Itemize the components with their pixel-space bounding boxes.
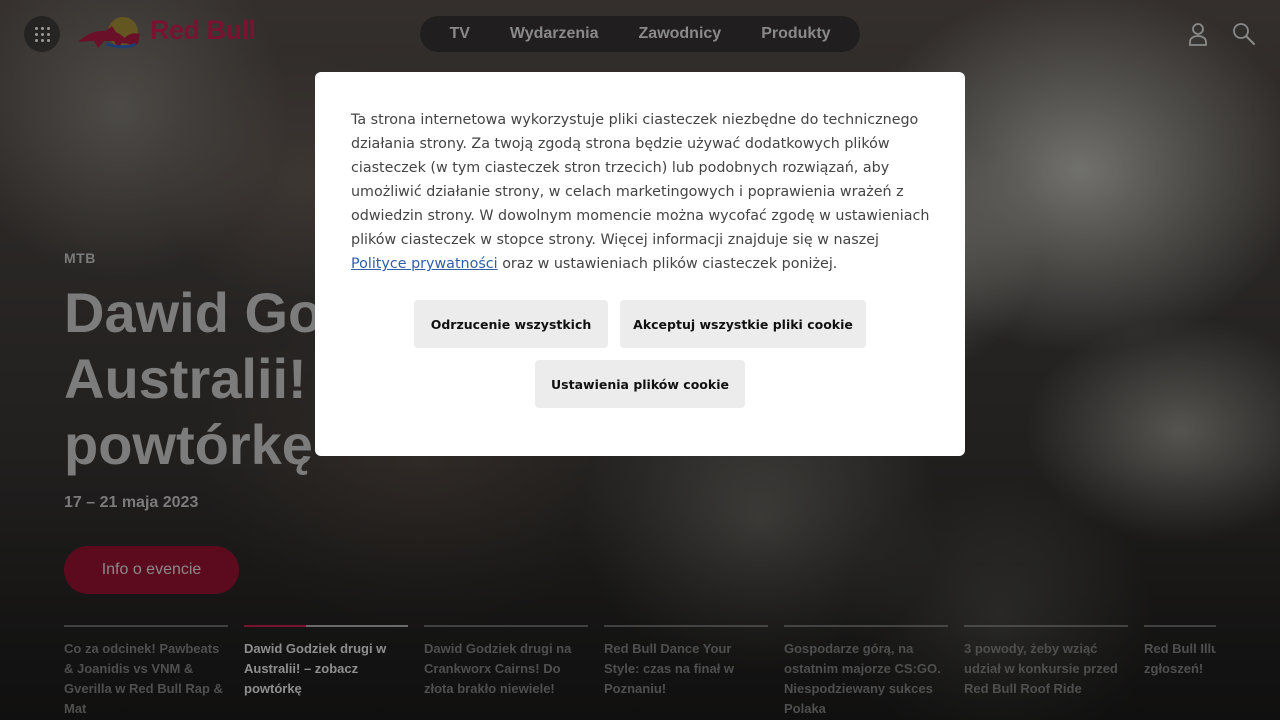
user-icon[interactable] (1184, 20, 1212, 48)
cookie-consent-text: Ta strona internetowa wykorzystuje pliki… (351, 108, 936, 276)
cookie-settings-button[interactable]: Ustawienia plików cookie (535, 360, 745, 408)
cookie-text-tail: oraz w ustawieniach plików ciasteczek po… (502, 256, 838, 272)
carousel-card[interactable]: 3 powody, żeby wziąć udział w konkursie … (964, 625, 1128, 720)
carousel-card[interactable]: Dawid Godziek drugi na Crankworx Cairns!… (424, 625, 588, 720)
carousel-card[interactable]: Red Bull Dance Your Style: czas na finał… (604, 625, 768, 720)
carousel-progress (1144, 625, 1216, 627)
nav-item-tv[interactable]: TV (429, 16, 489, 52)
accept-all-button[interactable]: Akceptuj wszystkie pliki cookie (620, 300, 866, 348)
carousel-card-title: Co za odcinek! Pawbeats & Joanidis vs VN… (64, 641, 223, 716)
cookie-text-main: Ta strona internetowa wykorzystuje pliki… (351, 112, 930, 248)
carousel-card-title: Dawid Godziek drugi na Crankworx Cairns!… (424, 641, 572, 696)
site-header: Red Bull TV Wydarzenia Zawodnicy Produkt… (0, 0, 1280, 70)
hero-date: 17 – 21 maja 2023 (64, 494, 199, 511)
privacy-policy-link[interactable]: Polityce prywatności (351, 256, 498, 272)
carousel-card[interactable]: Co za odcinek! Pawbeats & Joanidis vs VN… (64, 625, 228, 720)
main-nav: TV Wydarzenia Zawodnicy Produkty (420, 16, 860, 52)
carousel-card[interactable]: Gospodarze górą, na ostatnim majorze CS:… (784, 625, 948, 720)
grid-menu-button[interactable] (24, 16, 60, 52)
story-carousel: Co za odcinek! Pawbeats & Joanidis vs VN… (64, 625, 1216, 720)
carousel-progress (64, 625, 228, 627)
carousel-card-title: Dawid Godziek drugi w Australii! – zobac… (244, 641, 387, 696)
grid-menu-icon (34, 26, 50, 42)
carousel-progress (784, 625, 948, 627)
carousel-card-active[interactable]: Dawid Godziek drugi w Australii! – zobac… (244, 625, 408, 720)
nav-item-zawodnicy[interactable]: Zawodnicy (619, 16, 742, 52)
carousel-card-title: Gospodarze górą, na ostatnim majorze CS:… (784, 641, 941, 716)
hero-category: MTB (64, 250, 96, 266)
carousel-progress (244, 625, 408, 627)
carousel-card-title: Red Bull Dance Your Style: czas na finał… (604, 641, 735, 696)
brand-name: Red Bull (150, 15, 256, 45)
nav-item-produkty[interactable]: Produkty (741, 16, 850, 52)
cookie-consent-dialog: Ta strona internetowa wykorzystuje pliki… (315, 72, 965, 456)
nav-item-wydarzenia[interactable]: Wydarzenia (490, 16, 619, 52)
reject-all-button[interactable]: Odrzucenie wszystkich (414, 300, 608, 348)
carousel-progress (424, 625, 588, 627)
search-icon[interactable] (1230, 20, 1258, 48)
carousel-card-title: Red Bull Illu przegap ter zgłoszeń! (1144, 641, 1216, 676)
carousel-card[interactable]: Red Bull Illu przegap ter zgłoszeń! (1144, 625, 1216, 720)
carousel-progress-fill (244, 625, 307, 627)
carousel-card-title: 3 powody, żeby wziąć udział w konkursie … (964, 641, 1118, 696)
carousel-progress (604, 625, 768, 627)
carousel-progress (964, 625, 1128, 627)
event-info-button[interactable]: Info o evencie (64, 546, 239, 594)
